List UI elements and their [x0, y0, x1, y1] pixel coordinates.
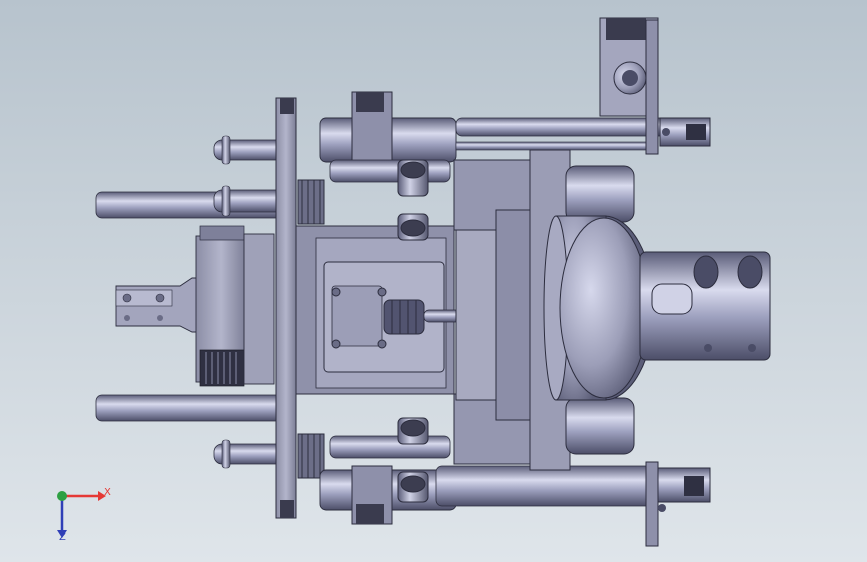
cylinder-right-upper [565, 165, 635, 223]
triad-z-label: Z [59, 532, 66, 543]
triad-y-axis [57, 491, 67, 501]
spring-stack-upper [297, 179, 325, 225]
pin-upper [213, 135, 285, 165]
output-shaft [639, 251, 771, 361]
cable-strain-relief [383, 299, 425, 335]
pin-mid-upper [213, 185, 285, 217]
fitting-upper [397, 159, 429, 197]
triad-x-label: X [104, 487, 111, 498]
flange-plate-a [243, 233, 275, 385]
rotary-actuator-disc [543, 215, 655, 401]
fitting-mid [397, 213, 429, 241]
guide-rod-lower-left [95, 394, 297, 422]
mounting-plate-vertical [275, 97, 297, 519]
gripper-jaw [115, 277, 207, 333]
coordinate-triad [57, 491, 106, 538]
cad-graphics-viewport[interactable]: X Z [0, 0, 867, 562]
pin-lower [213, 439, 285, 469]
cylinder-right-lower [565, 397, 635, 455]
fitting-lower [397, 417, 429, 503]
spring-stack-lower [297, 433, 325, 479]
sensor-bracket-bottom [645, 461, 711, 547]
